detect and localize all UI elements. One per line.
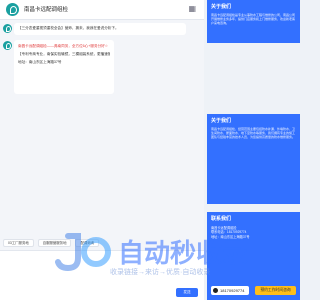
message-input[interactable]	[4, 254, 200, 284]
message-line: 南昌卡远配调组检——弗南同务，全方位6心+服务分好☆	[18, 44, 108, 48]
quick-replies: 03工厂服务地 百服服营服务地 配调询询	[3, 239, 100, 247]
consult-button[interactable]: 预约工作时间咨询	[255, 286, 296, 295]
about-text-secondary: 南昌卡远配调组检，经营范围主要包括防水补漏、外墙防水、卫生间防水、屋面防水、地下…	[211, 127, 296, 140]
about-card: 关于我们 南昌卡远配调组检是专业从事防水工程与维修的公司，南昌公司开展维修业务多…	[207, 0, 300, 43]
phone-number[interactable]: 18170929774	[211, 286, 249, 295]
sidebar: 关于我们 南昌卡远配调组检是专业从事防水工程与维修的公司，南昌公司开展维修业务多…	[207, 0, 300, 300]
quick-reply-chip[interactable]: 03工厂服务地	[3, 239, 34, 247]
about-text: 南昌卡远配调组检是专业从事防水工程与维修的公司，南昌公司开展维修业务多年，提供门…	[211, 13, 296, 26]
about-card-secondary: 关于我们 南昌卡远配调组检，经营范围主要包括防水补漏、外墙防水、卫生间防水、屋面…	[207, 114, 300, 204]
about-title-secondary: 关于我们	[211, 118, 232, 124]
send-button[interactable]: 发送	[176, 288, 198, 297]
chat-panel: 南昌卡远配调组检 ▦ 【三分恋爱重视须重校全会】营师，拥未，我我在爱说分析下。 …	[0, 0, 204, 300]
contact-line: 地址：南山东区上海路37号	[211, 234, 250, 239]
agent-avatar	[3, 41, 12, 50]
message-line: 【专利专商专业，南保实验输镜，三模组装系统，更播速播南调】	[18, 52, 110, 56]
quick-reply-chip[interactable]: 百服服营服务地	[37, 239, 72, 247]
agent-avatar	[3, 24, 12, 33]
phone-icon	[213, 288, 218, 293]
brand-name: 南昌卡远配调组检	[24, 7, 69, 13]
chat-message: 【三分恋爱重视须重校全会】营师，拥未，我我在爱说分析下。	[14, 23, 186, 35]
grid-icon[interactable]: ▦	[188, 5, 196, 13]
message-line: 地址：南山东区上海路37号	[18, 60, 62, 64]
contact-card: 联系我们 南昌卡远配调组检 联系电话：18170929774 地址：南山东区上海…	[207, 212, 300, 300]
input-area: 发送	[0, 250, 204, 300]
contact-title: 联系我们	[211, 216, 232, 222]
logo-icon	[6, 3, 19, 16]
about-title: 关于我们	[211, 4, 232, 10]
chat-header: 南昌卡远配调组检 ▦	[0, 0, 204, 20]
phone-text: 18170929774	[220, 288, 245, 293]
quick-reply-chip[interactable]: 配调询询	[75, 239, 100, 247]
chat-message: 南昌卡远配调组检——弗南同务，全方位6心+服务分好☆ 【专利专商专业，南保实验输…	[14, 40, 114, 94]
message-text: 【三分恋爱重视须重校全会】营师，拥未，我我在爱说分析下。	[18, 26, 119, 30]
